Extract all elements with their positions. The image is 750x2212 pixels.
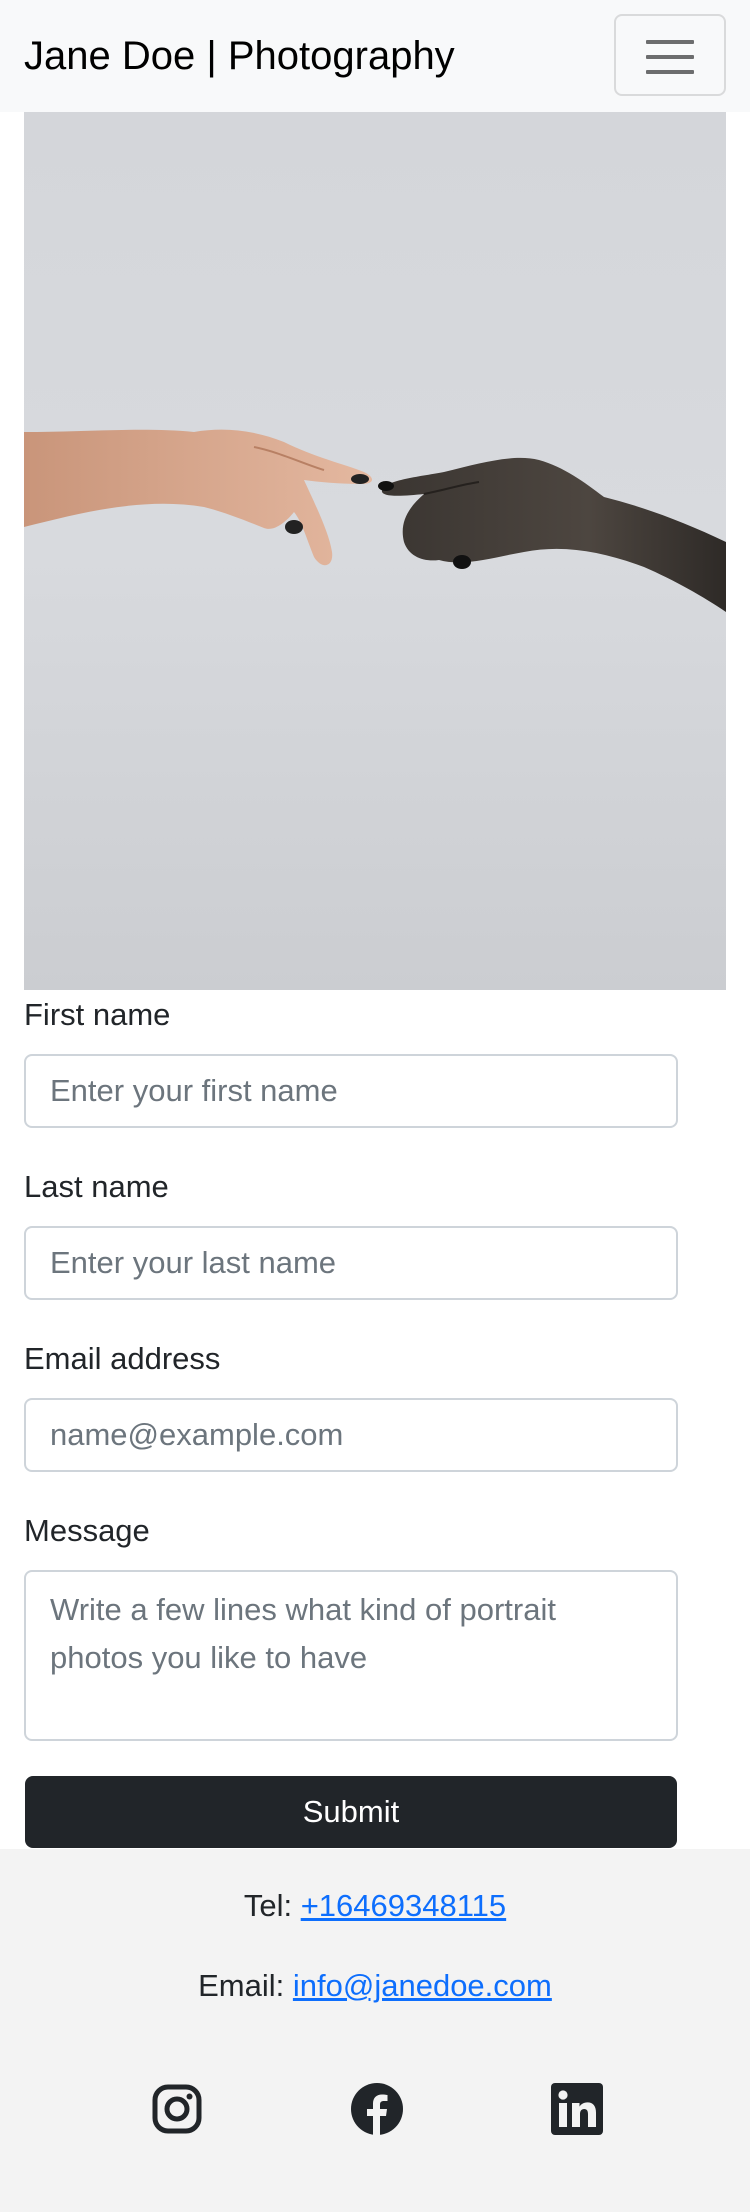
brand-link[interactable]: Jane Doe | Photography (24, 30, 455, 82)
first-name-input[interactable] (24, 1054, 678, 1128)
tel-label: Tel: (243, 1888, 293, 1923)
linkedin-icon[interactable] (551, 2083, 603, 2135)
facebook-icon[interactable] (351, 2083, 403, 2135)
first-name-label: First name (24, 997, 171, 1032)
last-name-label: Last name (24, 1169, 169, 1204)
email-input[interactable] (24, 1398, 678, 1472)
email-label-footer: Email: (198, 1968, 285, 2003)
email-link[interactable]: info@janedoe.com (293, 1968, 552, 2003)
email-line: Email: info@janedoe.com (0, 1966, 750, 2006)
last-name-input[interactable] (24, 1226, 678, 1300)
instagram-icon[interactable] (151, 2083, 203, 2135)
message-textarea[interactable] (24, 1570, 678, 1741)
email-label: Email address (24, 1341, 221, 1376)
navbar: Jane Doe | Photography (0, 0, 750, 112)
navbar-toggler-button[interactable] (614, 14, 726, 96)
submit-button[interactable]: Submit (25, 1776, 677, 1848)
tel-line: Tel: +16469348115 (0, 1886, 750, 1926)
hamburger-menu-icon (646, 40, 694, 44)
tel-link[interactable]: +16469348115 (301, 1888, 506, 1923)
hero-photo (24, 112, 726, 990)
message-label: Message (24, 1513, 150, 1548)
